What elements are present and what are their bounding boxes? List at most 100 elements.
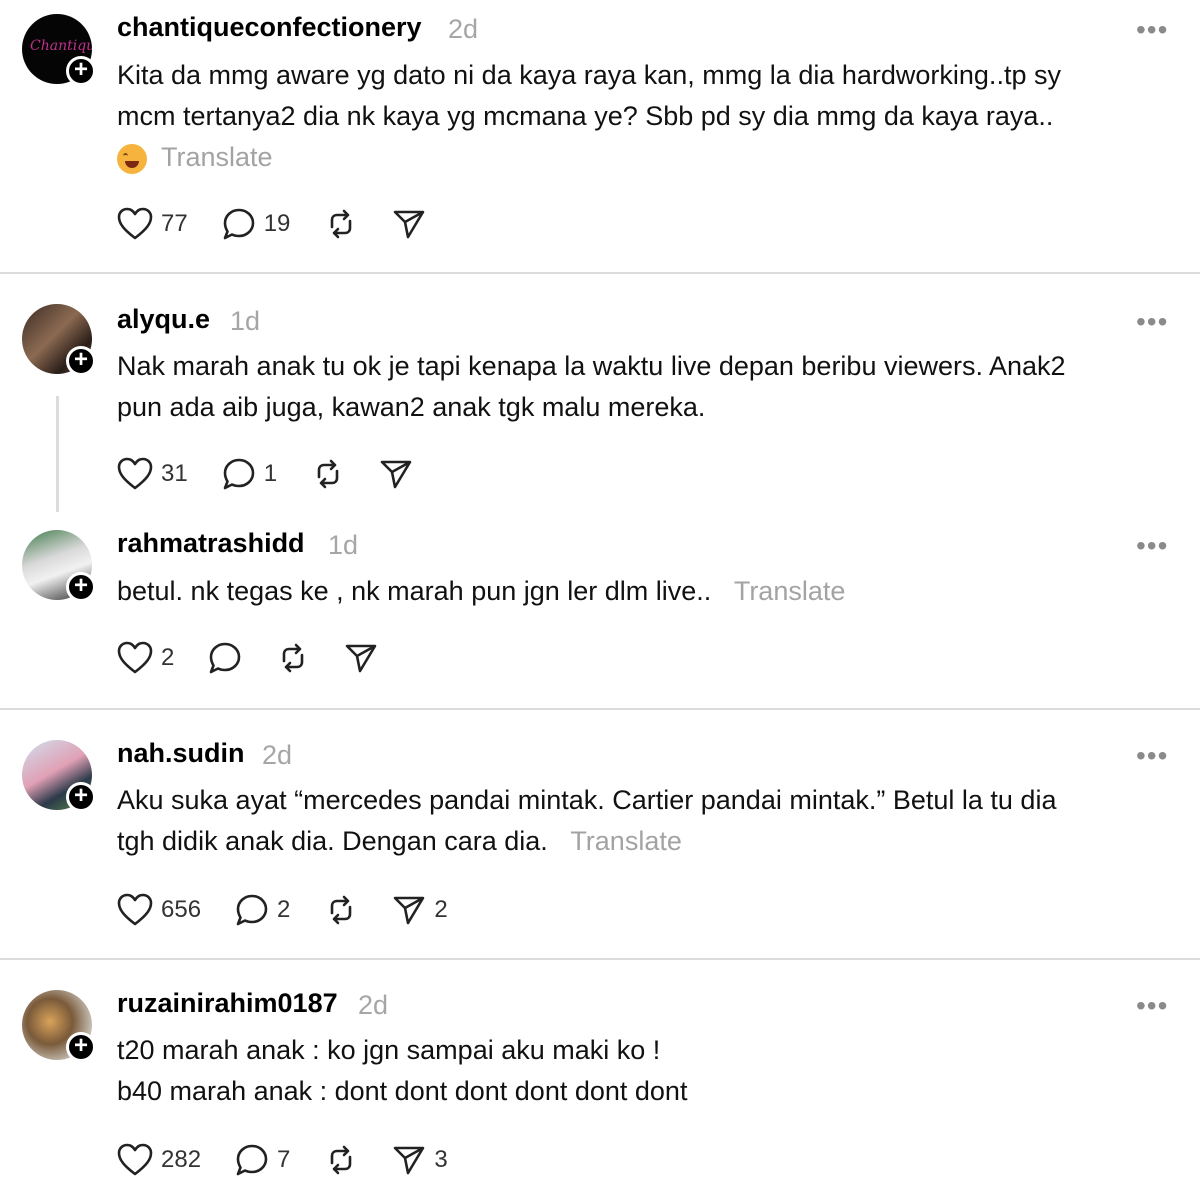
- send-icon: [380, 460, 412, 489]
- avatar-logo-text: Chantique: [30, 38, 92, 54]
- heart-icon: [117, 457, 153, 490]
- post-text-line: betul. nk tegas ke , nk marah pun jgn le…: [117, 576, 712, 606]
- reply-count: 2: [277, 896, 291, 923]
- post-time[interactable]: 1d: [328, 530, 358, 561]
- like-count: 77: [161, 210, 188, 237]
- follow-plus-icon[interactable]: +: [66, 1032, 96, 1062]
- post-time[interactable]: 2d: [262, 740, 292, 771]
- share-button[interactable]: [392, 207, 426, 241]
- post-3: + rahmatrashidd 1d ••• betul. nk tegas k…: [0, 504, 1200, 708]
- follow-plus-icon[interactable]: +: [66, 782, 96, 812]
- send-icon: [394, 210, 425, 239]
- avatar-container[interactable]: +: [22, 530, 96, 602]
- repost-icon: [331, 895, 352, 925]
- post-text-line: tgh didik anak dia. Dengan cara dia.: [117, 826, 548, 856]
- action-bar: 656 2 2: [117, 892, 482, 928]
- repost-icon: [331, 209, 352, 239]
- grinning-sweat-emoji-icon: [117, 143, 147, 174]
- post-text-line: pun ada aib juga, kawan2 anak tgk malu m…: [117, 392, 706, 422]
- post-text-line: Kita da mmg aware yg dato ni da kaya ray…: [117, 60, 1061, 90]
- heart-icon: [117, 641, 153, 674]
- share-button[interactable]: [379, 457, 413, 491]
- repost-icon: [331, 1145, 352, 1175]
- follow-plus-icon[interactable]: +: [66, 572, 96, 602]
- reply-button[interactable]: 7: [235, 1143, 290, 1177]
- repost-button[interactable]: [311, 457, 345, 491]
- post-1: Chantique + chantiqueconfectionery 2d ••…: [0, 0, 1200, 272]
- post-2: + alyqu.e 1d ••• Nak marah anak tu ok je…: [0, 274, 1200, 512]
- more-options-icon[interactable]: •••: [1136, 530, 1168, 562]
- share-button[interactable]: [344, 641, 378, 675]
- reply-count: 1: [263, 460, 278, 487]
- like-count: 656: [161, 896, 202, 923]
- action-bar: 282 7 3: [117, 1142, 482, 1178]
- username[interactable]: alyqu.e: [117, 304, 210, 335]
- like-button[interactable]: 2: [117, 641, 174, 675]
- share-count: 3: [434, 1146, 448, 1173]
- like-count: 31: [161, 460, 188, 487]
- post-time[interactable]: 1d: [230, 306, 260, 337]
- like-button[interactable]: 31: [117, 457, 188, 491]
- reply-button[interactable]: 1: [222, 457, 277, 491]
- username[interactable]: ruzainirahim0187: [117, 988, 338, 1019]
- more-options-icon[interactable]: •••: [1136, 740, 1168, 772]
- username[interactable]: rahmatrashidd: [117, 528, 305, 559]
- comment-icon: [210, 642, 241, 674]
- post-time[interactable]: 2d: [448, 14, 478, 45]
- translate-link[interactable]: Translate: [161, 142, 273, 172]
- reply-button[interactable]: 2: [235, 893, 290, 927]
- like-count: 2: [161, 644, 175, 671]
- repost-button[interactable]: [324, 207, 358, 241]
- post-text-line: t20 marah anak : ko jgn sampai aku maki …: [117, 1035, 661, 1065]
- like-button[interactable]: 282: [117, 1143, 201, 1177]
- more-options-icon[interactable]: •••: [1136, 990, 1168, 1022]
- post-text: Aku suka ayat “mercedes pandai mintak. C…: [117, 780, 1167, 862]
- comment-icon: [236, 1144, 268, 1176]
- avatar-container[interactable]: Chantique +: [22, 14, 96, 86]
- post-text-line: Aku suka ayat “mercedes pandai mintak. C…: [117, 785, 1057, 815]
- like-button[interactable]: 77: [117, 207, 188, 241]
- repost-button[interactable]: [324, 1143, 358, 1177]
- post-text: Kita da mmg aware yg dato ni da kaya ray…: [117, 55, 1167, 178]
- reply-button[interactable]: [208, 641, 242, 675]
- heart-icon: [117, 893, 153, 926]
- share-count: 2: [434, 896, 448, 923]
- post-text-line: mcm tertanya2 dia nk kaya yg mcmana ye? …: [117, 101, 1054, 131]
- post-time[interactable]: 2d: [358, 990, 388, 1021]
- username[interactable]: nah.sudin: [117, 738, 245, 769]
- post-text-line: Nak marah anak tu ok je tapi kenapa la w…: [117, 351, 1066, 381]
- send-icon: [394, 896, 425, 925]
- repost-icon: [283, 643, 304, 673]
- repost-button[interactable]: [276, 641, 310, 675]
- more-options-icon[interactable]: •••: [1136, 306, 1168, 338]
- post-4: + nah.sudin 2d ••• Aku suka ayat “merced…: [0, 710, 1200, 958]
- comment-icon: [236, 894, 268, 926]
- comment-icon: [223, 208, 255, 240]
- reply-count: 19: [263, 210, 291, 237]
- post-5: + ruzainirahim0187 2d ••• t20 marah anak…: [0, 960, 1200, 1192]
- repost-icon: [317, 459, 339, 489]
- avatar-container[interactable]: +: [22, 304, 96, 376]
- repost-button[interactable]: [324, 893, 358, 927]
- username[interactable]: chantiqueconfectionery: [117, 12, 422, 43]
- like-button[interactable]: 656: [117, 893, 201, 927]
- share-button[interactable]: 3: [392, 1143, 448, 1177]
- post-text: betul. nk tegas ke , nk marah pun jgn le…: [117, 571, 1167, 612]
- more-options-icon[interactable]: •••: [1136, 14, 1168, 46]
- avatar-container[interactable]: +: [22, 990, 96, 1062]
- translate-link[interactable]: Translate: [734, 576, 846, 606]
- heart-icon: [117, 1143, 153, 1176]
- post-text: Nak marah anak tu ok je tapi kenapa la w…: [117, 346, 1167, 428]
- follow-plus-icon[interactable]: +: [66, 346, 96, 376]
- follow-plus-icon[interactable]: +: [66, 56, 96, 86]
- translate-link[interactable]: Translate: [570, 826, 682, 856]
- reply-button[interactable]: 19: [222, 207, 291, 241]
- avatar-container[interactable]: +: [22, 740, 96, 812]
- action-bar: 31 1: [117, 456, 447, 492]
- send-icon: [346, 644, 377, 673]
- share-button[interactable]: 2: [392, 893, 448, 927]
- comment-icon: [223, 458, 255, 490]
- action-bar: 77 19: [117, 206, 460, 242]
- send-icon: [394, 1146, 425, 1175]
- action-bar: 2: [117, 640, 412, 676]
